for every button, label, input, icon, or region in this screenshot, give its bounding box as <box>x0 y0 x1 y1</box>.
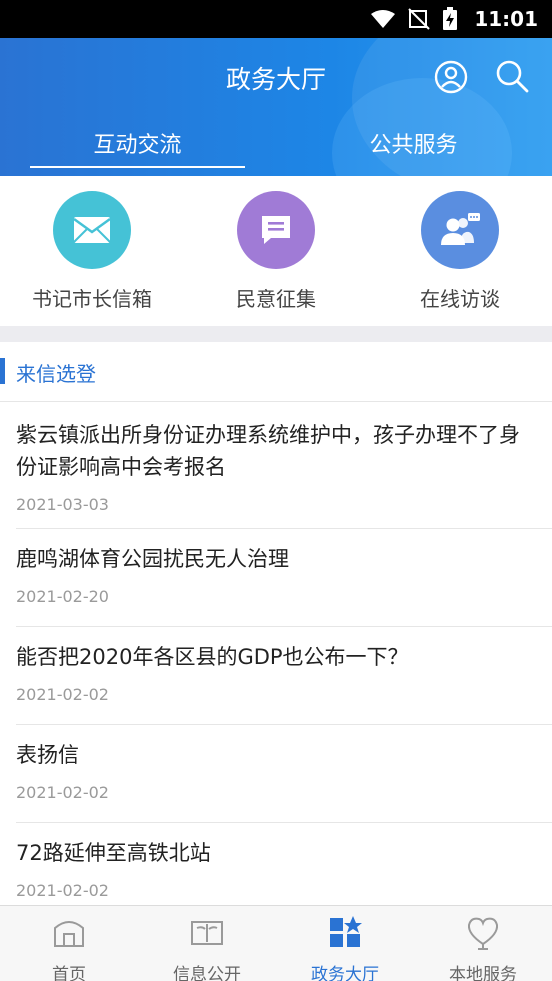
item-date: 2021-02-20 <box>16 587 109 606</box>
battery-charging-icon <box>443 7 458 30</box>
nav-label: 首页 <box>52 965 86 981</box>
item-date: 2021-03-03 <box>16 495 109 514</box>
item-title: 能否把2020年各区县的GDP也公布一下？ <box>16 645 409 669</box>
app-header: 政务大厅 互动交流 公共服务 <box>0 38 552 176</box>
active-tab-indicator <box>30 166 245 168</box>
tab-label: 互动交流 <box>93 133 182 158</box>
section-accent-bar <box>0 358 5 384</box>
item-title: 72路延伸至高铁北站 <box>16 841 211 865</box>
user-button[interactable] <box>434 60 468 94</box>
quick-service-label: 书记市长信箱 <box>32 287 152 311</box>
search-button[interactable] <box>494 58 530 94</box>
online-interview-button[interactable]: 在线访谈 <box>370 191 550 312</box>
tab-public-services[interactable]: 公共服务 <box>306 128 521 172</box>
tab-bar: 互动交流 公共服务 <box>0 128 552 172</box>
home-icon <box>54 921 84 947</box>
envelope-icon <box>73 217 111 243</box>
opinion-icon-circle <box>237 191 315 269</box>
heart-icon <box>467 917 499 950</box>
item-date: 2021-02-02 <box>16 783 109 802</box>
mailbox-button[interactable]: 书记市长信箱 <box>2 191 182 312</box>
divider <box>0 326 552 342</box>
tab-interaction[interactable]: 互动交流 <box>30 128 245 172</box>
opinion-collection-button[interactable]: 民意征集 <box>186 191 366 312</box>
list-item[interactable]: 鹿鸣湖体育公园扰民无人治理 2021-02-20 <box>16 529 552 627</box>
quick-service-label: 在线访谈 <box>420 287 500 311</box>
nav-label: 政务大厅 <box>311 965 379 981</box>
item-date: 2021-02-02 <box>16 881 109 900</box>
wifi-icon <box>371 10 396 28</box>
section-header: 来信选登 <box>0 342 552 402</box>
message-icon <box>262 216 290 244</box>
letters-list: 紫云镇派出所身份证办理系统维护中，孩子办理不了身份证影响高中会考报名 2021-… <box>0 403 552 921</box>
bottom-navigation: 首页 信息公开 政务大厅 本地服务 <box>0 905 552 981</box>
item-title: 鹿鸣湖体育公园扰民无人治理 <box>16 547 289 571</box>
book-icon <box>191 921 223 945</box>
nav-label: 信息公开 <box>173 965 241 981</box>
section-title: 来信选登 <box>16 362 96 386</box>
list-item[interactable]: 表扬信 2021-02-02 <box>16 725 552 823</box>
grid-star-icon <box>330 916 362 947</box>
tab-label: 公共服务 <box>369 133 458 158</box>
item-date: 2021-02-02 <box>16 685 109 704</box>
user-icon <box>434 60 468 94</box>
nav-label: 本地服务 <box>449 965 517 981</box>
item-title: 紫云镇派出所身份证办理系统维护中，孩子办理不了身份证影响高中会考报名 <box>16 423 520 479</box>
status-bar: 11:01 <box>0 0 552 38</box>
mailbox-icon-circle <box>53 191 131 269</box>
quick-service-label: 民意征集 <box>236 287 316 311</box>
nav-government-hall[interactable]: 政务大厅 <box>276 914 414 981</box>
list-item[interactable]: 能否把2020年各区县的GDP也公布一下？ 2021-02-02 <box>16 627 552 725</box>
nav-local-services[interactable]: 本地服务 <box>414 914 552 981</box>
nav-info-disclosure[interactable]: 信息公开 <box>138 914 276 981</box>
page-title: 政务大厅 <box>225 65 326 94</box>
item-title: 表扬信 <box>16 743 79 767</box>
nav-home[interactable]: 首页 <box>0 914 138 981</box>
interview-icon-circle <box>421 191 499 269</box>
quick-services: 书记市长信箱 民意征集 在线访谈 <box>0 176 552 326</box>
clock: 11:01 <box>474 7 538 31</box>
screen: 11:01 政务大厅 互动交流 公共服务 书记市长信箱 民意征集 在线访谈 来信… <box>0 0 552 981</box>
no-signal-icon <box>408 8 431 30</box>
people-chat-icon <box>441 213 480 245</box>
search-icon <box>496 60 529 93</box>
list-item[interactable]: 紫云镇派出所身份证办理系统维护中，孩子办理不了身份证影响高中会考报名 2021-… <box>16 403 552 529</box>
